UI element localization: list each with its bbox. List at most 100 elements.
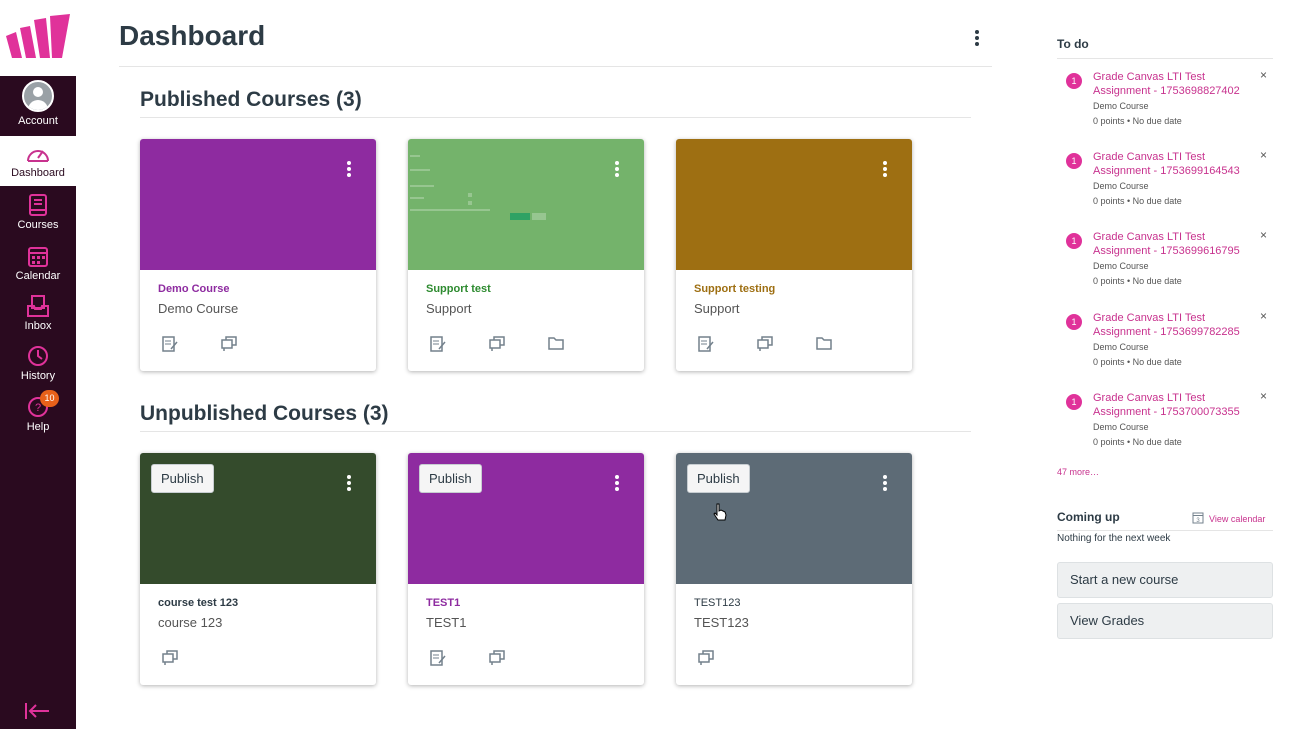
todo-link[interactable]: Grade Canvas LTI Test Assignment - 17537… bbox=[1093, 391, 1253, 419]
nav-account[interactable]: Account bbox=[0, 80, 76, 127]
course-card[interactable]: Demo Course Demo Course bbox=[140, 139, 376, 371]
todo-link[interactable]: Grade Canvas LTI Test Assignment - 17536… bbox=[1093, 150, 1253, 178]
title-divider bbox=[119, 66, 992, 67]
published-courses-heading: Published Courses (3) bbox=[140, 88, 362, 111]
discussions-icon[interactable] bbox=[489, 650, 505, 671]
nav-history[interactable]: History bbox=[0, 345, 76, 382]
nav-calendar-label: Calendar bbox=[15, 270, 61, 282]
logo-container[interactable] bbox=[0, 0, 76, 76]
course-card-hero[interactable] bbox=[676, 139, 912, 270]
course-term: course 123 bbox=[158, 615, 223, 630]
todo-item: 1 Grade Canvas LTI Test Assignment - 175… bbox=[1057, 389, 1273, 461]
coming-up-empty: Nothing for the next week bbox=[1057, 533, 1171, 544]
todo-more-link[interactable]: 47 more… bbox=[1057, 467, 1099, 477]
todo-link[interactable]: Grade Canvas LTI Test Assignment - 17536… bbox=[1093, 70, 1253, 98]
todo-meta: 0 points • No due date bbox=[1093, 437, 1182, 447]
dashboard-icon bbox=[27, 150, 49, 162]
course-code-link[interactable]: TEST1 bbox=[426, 597, 460, 609]
collapse-nav-icon[interactable] bbox=[24, 702, 50, 720]
card-options-button[interactable] bbox=[610, 473, 624, 493]
close-icon[interactable]: × bbox=[1260, 68, 1267, 82]
todo-count-badge: 1 bbox=[1066, 314, 1082, 330]
course-code-link[interactable]: course test 123 bbox=[158, 597, 238, 609]
discussions-icon[interactable] bbox=[489, 336, 505, 357]
discussions-icon[interactable] bbox=[757, 336, 773, 357]
nav-courses-label: Courses bbox=[17, 219, 59, 231]
nav-account-label: Account bbox=[18, 115, 58, 127]
discussions-icon[interactable] bbox=[698, 650, 714, 671]
assignments-icon[interactable] bbox=[162, 336, 178, 357]
todo-link[interactable]: Grade Canvas LTI Test Assignment - 17536… bbox=[1093, 311, 1253, 339]
discussions-icon[interactable] bbox=[221, 336, 237, 357]
inbox-icon bbox=[27, 295, 49, 317]
nav-help-label: Help bbox=[26, 421, 50, 433]
todo-meta: 0 points • No due date bbox=[1093, 116, 1182, 126]
course-card[interactable]: Publish TEST1 TEST1 bbox=[408, 453, 644, 685]
todo-item: 1 Grade Canvas LTI Test Assignment - 175… bbox=[1057, 148, 1273, 220]
course-term: Support bbox=[426, 301, 472, 316]
files-icon[interactable] bbox=[816, 336, 832, 355]
close-icon[interactable]: × bbox=[1260, 309, 1267, 323]
todo-link[interactable]: Grade Canvas LTI Test Assignment - 17536… bbox=[1093, 230, 1253, 258]
discussions-icon[interactable] bbox=[162, 650, 178, 671]
card-options-button[interactable] bbox=[878, 159, 892, 179]
nav-inbox[interactable]: Inbox bbox=[0, 295, 76, 332]
close-icon[interactable]: × bbox=[1260, 228, 1267, 242]
todo-meta: 0 points • No due date bbox=[1093, 357, 1182, 367]
card-options-button[interactable] bbox=[878, 473, 892, 493]
nav-help[interactable]: ? 10 Help bbox=[0, 390, 76, 433]
course-card[interactable]: Publish TEST123 TEST123 bbox=[676, 453, 912, 685]
course-code-link[interactable]: Support test bbox=[426, 283, 491, 295]
book-icon bbox=[29, 194, 47, 216]
todo-count-badge: 1 bbox=[1066, 153, 1082, 169]
card-options-button[interactable] bbox=[610, 159, 624, 179]
nav-calendar[interactable]: Calendar bbox=[0, 245, 76, 282]
nav-courses[interactable]: Courses bbox=[0, 194, 76, 231]
published-divider bbox=[140, 117, 971, 118]
help-badge: 10 bbox=[40, 390, 59, 407]
close-icon[interactable]: × bbox=[1260, 148, 1267, 162]
course-term: Support bbox=[694, 301, 740, 316]
publish-button[interactable]: Publish bbox=[151, 464, 214, 493]
assignments-icon[interactable] bbox=[698, 336, 714, 357]
course-code-link[interactable]: Support testing bbox=[694, 283, 775, 295]
publish-button[interactable]: Publish bbox=[419, 464, 482, 493]
course-term: Demo Course bbox=[158, 301, 239, 316]
view-calendar-link[interactable]: 3 View calendar bbox=[1192, 511, 1265, 524]
hand-cursor-icon bbox=[713, 503, 727, 521]
files-icon[interactable] bbox=[548, 336, 564, 355]
course-card[interactable]: Publish course test 123 course 123 bbox=[140, 453, 376, 685]
nav-inbox-label: Inbox bbox=[24, 320, 52, 332]
course-card-hero[interactable] bbox=[140, 139, 376, 270]
dashboard-options-button[interactable] bbox=[970, 28, 984, 48]
nav-dashboard-label: Dashboard bbox=[11, 167, 65, 179]
course-card[interactable]: Support testing Support bbox=[676, 139, 912, 371]
calendar-icon: 3 bbox=[1192, 512, 1204, 524]
todo-count-badge: 1 bbox=[1066, 233, 1082, 249]
course-term: TEST123 bbox=[694, 615, 749, 630]
nav-dashboard[interactable]: Dashboard bbox=[0, 136, 76, 186]
course-card-hero[interactable] bbox=[408, 139, 644, 270]
close-icon[interactable]: × bbox=[1260, 389, 1267, 403]
todo-count-badge: 1 bbox=[1066, 394, 1082, 410]
todo-divider bbox=[1057, 58, 1273, 59]
publish-button[interactable]: Publish bbox=[687, 464, 750, 493]
assignments-icon[interactable] bbox=[430, 336, 446, 357]
unpublished-divider bbox=[140, 431, 971, 432]
calendar-icon bbox=[28, 247, 48, 267]
course-card[interactable]: Support test Support bbox=[408, 139, 644, 371]
logo-icon bbox=[6, 14, 70, 58]
course-code-link[interactable]: Demo Course bbox=[158, 283, 230, 295]
card-options-button[interactable] bbox=[342, 473, 356, 493]
card-options-button[interactable] bbox=[342, 159, 356, 179]
assignments-icon[interactable] bbox=[430, 650, 446, 671]
view-grades-button[interactable]: View Grades bbox=[1057, 603, 1273, 639]
course-code-link[interactable]: TEST123 bbox=[694, 597, 740, 609]
todo-count-badge: 1 bbox=[1066, 73, 1082, 89]
todo-item: 1 Grade Canvas LTI Test Assignment - 175… bbox=[1057, 68, 1273, 140]
course-term: TEST1 bbox=[426, 615, 467, 630]
global-nav: Account Dashboard Courses Calendar Inbox… bbox=[0, 0, 76, 729]
svg-text:?: ? bbox=[35, 402, 41, 414]
todo-course: Demo Course bbox=[1093, 422, 1149, 432]
start-new-course-button[interactable]: Start a new course bbox=[1057, 562, 1273, 598]
